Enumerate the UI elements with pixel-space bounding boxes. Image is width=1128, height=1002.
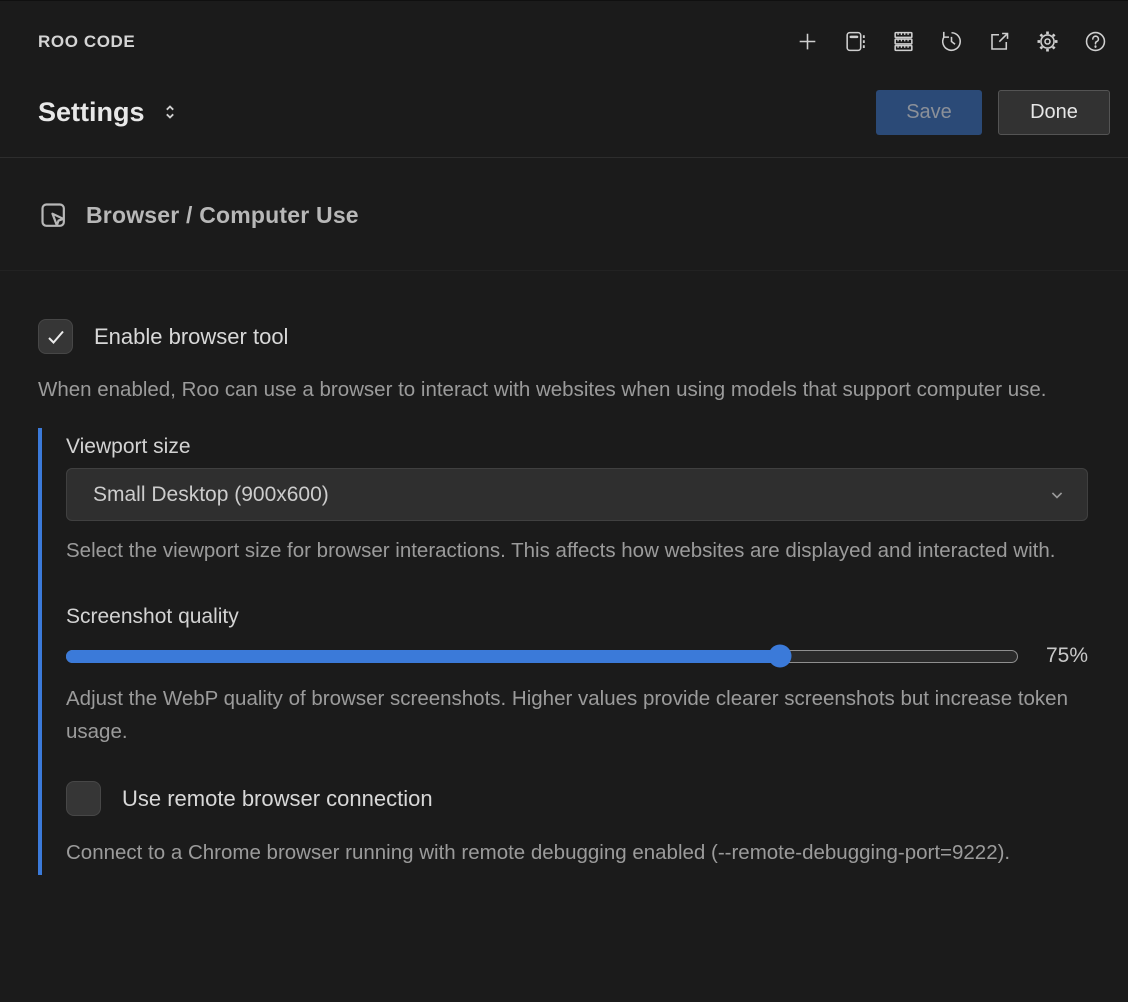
enable-browser-tool-description: When enabled, Roo can use a browser to i… (38, 373, 1056, 406)
app-title: ROO CODE (38, 32, 135, 52)
history-button[interactable] (932, 23, 970, 61)
server-rack-icon (891, 29, 916, 54)
prompts-button[interactable] (836, 23, 874, 61)
remote-browser-checkbox[interactable] (66, 781, 101, 816)
viewport-size-select[interactable]: Small Desktop (900x600) (66, 468, 1088, 521)
gear-icon (1035, 29, 1060, 54)
viewport-size-value: Small Desktop (900x600) (93, 483, 329, 507)
remote-browser-label[interactable]: Use remote browser connection (122, 786, 433, 812)
quality-value: 75% (1036, 644, 1088, 668)
viewport-size-description: Select the viewport size for browser int… (66, 534, 1084, 567)
enable-browser-tool-checkbox[interactable] (38, 319, 73, 354)
screenshot-quality-label: Screenshot quality (66, 605, 1088, 629)
chevron-down-icon (1047, 485, 1067, 505)
link-external-icon (987, 29, 1012, 54)
done-button[interactable]: Done (998, 90, 1110, 135)
new-task-button[interactable] (788, 23, 826, 61)
settings-button[interactable] (1028, 23, 1066, 61)
history-clock-icon (939, 29, 964, 54)
section-title: Browser / Computer Use (86, 202, 359, 229)
enable-browser-tool-label[interactable]: Enable browser tool (94, 324, 288, 350)
help-button[interactable] (1076, 23, 1114, 61)
settings-header: Settings Save Done (0, 82, 1128, 142)
save-button[interactable]: Save (876, 90, 982, 135)
screenshot-quality-slider-row: 75% (66, 644, 1088, 668)
page-title: Settings (38, 97, 145, 128)
remote-browser-row: Use remote browser connection (66, 781, 1088, 816)
enable-browser-tool-row: Enable browser tool (38, 319, 1088, 354)
titlebar-actions (788, 23, 1114, 61)
plus-icon (795, 29, 820, 54)
section-header: Browser / Computer Use (0, 158, 1128, 270)
question-mark-icon (1083, 29, 1108, 54)
chevron-up-down-icon (159, 99, 181, 125)
browser-options-group: Viewport size Small Desktop (900x600) Se… (38, 428, 1088, 875)
remote-browser-description: Connect to a Chrome browser running with… (66, 836, 1084, 869)
checkmark-icon (44, 325, 68, 349)
open-in-editor-button[interactable] (980, 23, 1018, 61)
mcp-servers-button[interactable] (884, 23, 922, 61)
quality-slider[interactable] (66, 650, 1018, 663)
screenshot-quality-description: Adjust the WebP quality of browser scree… (66, 682, 1084, 748)
quality-slider-thumb[interactable] (768, 645, 791, 668)
viewport-size-label: Viewport size (66, 435, 1088, 459)
browser-settings-content: Enable browser tool When enabled, Roo ca… (0, 271, 1128, 875)
section-expand-toggle[interactable] (159, 99, 181, 125)
extension-titlebar: ROO CODE (0, 0, 1128, 82)
prompts-icon (843, 29, 868, 54)
browser-pointer-icon (38, 200, 69, 231)
quality-slider-fill (66, 650, 779, 663)
